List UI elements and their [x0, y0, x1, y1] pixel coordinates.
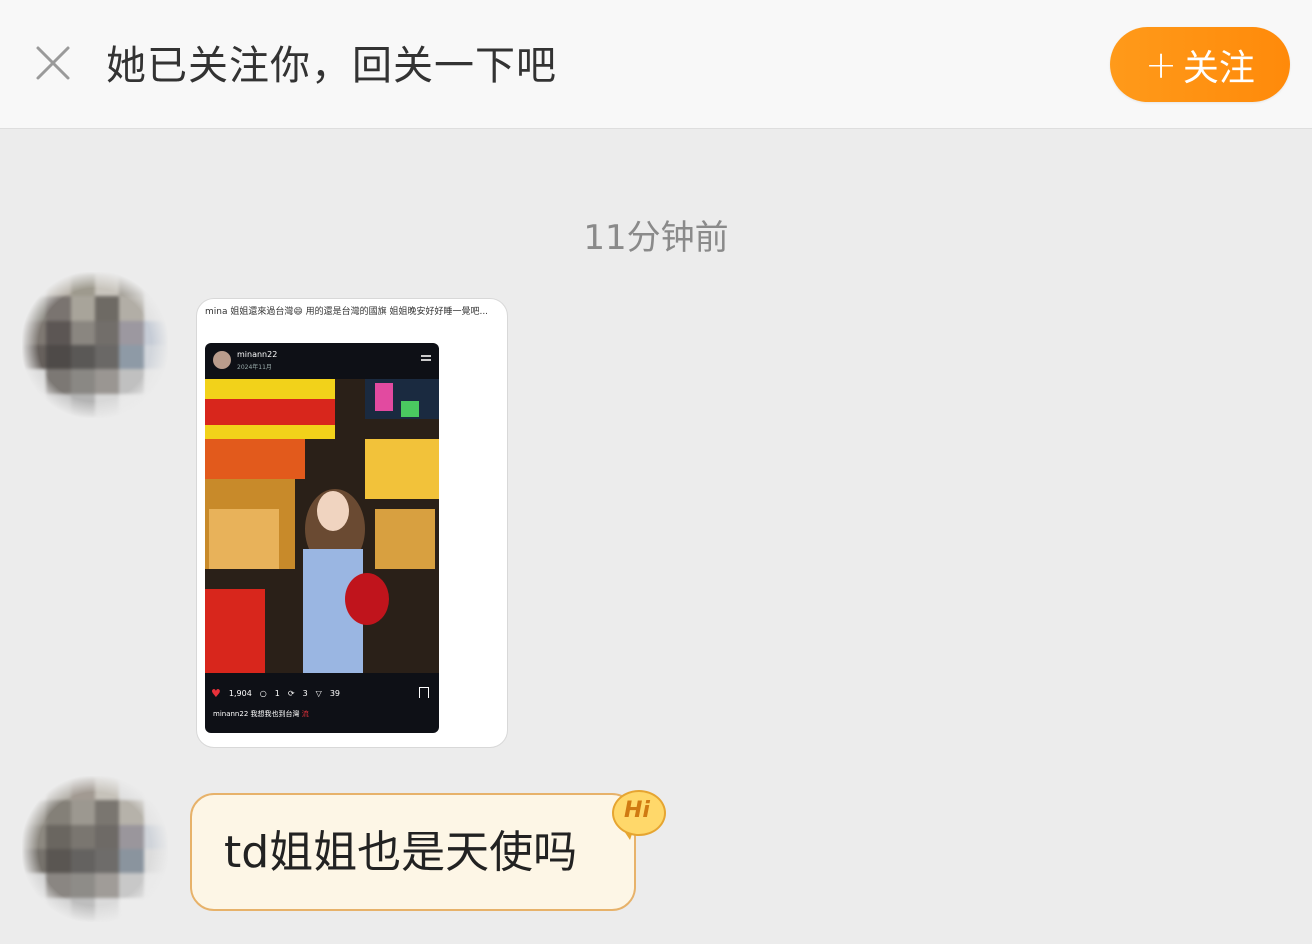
post-caption-tag: 流: [301, 710, 309, 718]
post-photo: [205, 379, 439, 673]
comment-count: 1: [274, 689, 280, 698]
repost-icon: ⟳: [287, 689, 295, 698]
plus-icon: +: [1145, 42, 1177, 87]
heart-icon: ♥: [211, 687, 221, 700]
close-icon[interactable]: [34, 44, 72, 82]
top-bar: 她已关注你，回关一下吧 + 关注: [0, 0, 1312, 129]
embedded-post-screenshot: minann22 2024年11月 ♥ 1,904 ○ 1 ⟳ 3 ▽ 39 m…: [205, 343, 439, 733]
post-caption-text: 我想我也到台灣: [250, 710, 300, 718]
message-timestamp: 11分钟前: [583, 218, 729, 258]
hi-badge-icon: Hi: [612, 790, 668, 842]
avatar[interactable]: [22, 776, 168, 922]
repost-count: 3: [302, 689, 308, 698]
like-count: 1,904: [228, 689, 252, 698]
hi-badge-text: Hi: [624, 798, 650, 823]
comment-icon: ○: [259, 689, 267, 698]
post-avatar: [213, 351, 231, 369]
message-text: td姐姐也是天使吗: [224, 827, 578, 878]
post-actions: ♥ 1,904 ○ 1 ⟳ 3 ▽ 39: [211, 687, 340, 700]
post-caption-user: minann22: [213, 710, 249, 718]
bookmark-icon: [419, 687, 429, 698]
post-date: 2024年11月: [237, 364, 272, 371]
shared-image-message[interactable]: mina 姐姐還來過台灣😄 用的還是台灣的國旗 姐姐晚安好好睡一覺吧... mi…: [196, 298, 508, 748]
more-icon: [421, 355, 431, 357]
follow-button[interactable]: + 关注: [1110, 27, 1290, 102]
share-count: 39: [329, 689, 340, 698]
share-icon: ▽: [315, 689, 322, 698]
image-caption: mina 姐姐還來過台灣😄 用的還是台灣的國旗 姐姐晚安好好睡一覺吧...: [205, 307, 489, 317]
follow-back-prompt: 她已关注你，回关一下吧: [106, 43, 557, 89]
post-username: minann22: [237, 350, 278, 359]
avatar[interactable]: [22, 272, 168, 418]
post-header: minann22 2024年11月: [205, 343, 439, 379]
text-message-bubble[interactable]: td姐姐也是天使吗: [190, 793, 636, 911]
post-caption: minann22 我想我也到台灣 流: [213, 709, 309, 719]
follow-button-label: 关注: [1182, 47, 1255, 89]
